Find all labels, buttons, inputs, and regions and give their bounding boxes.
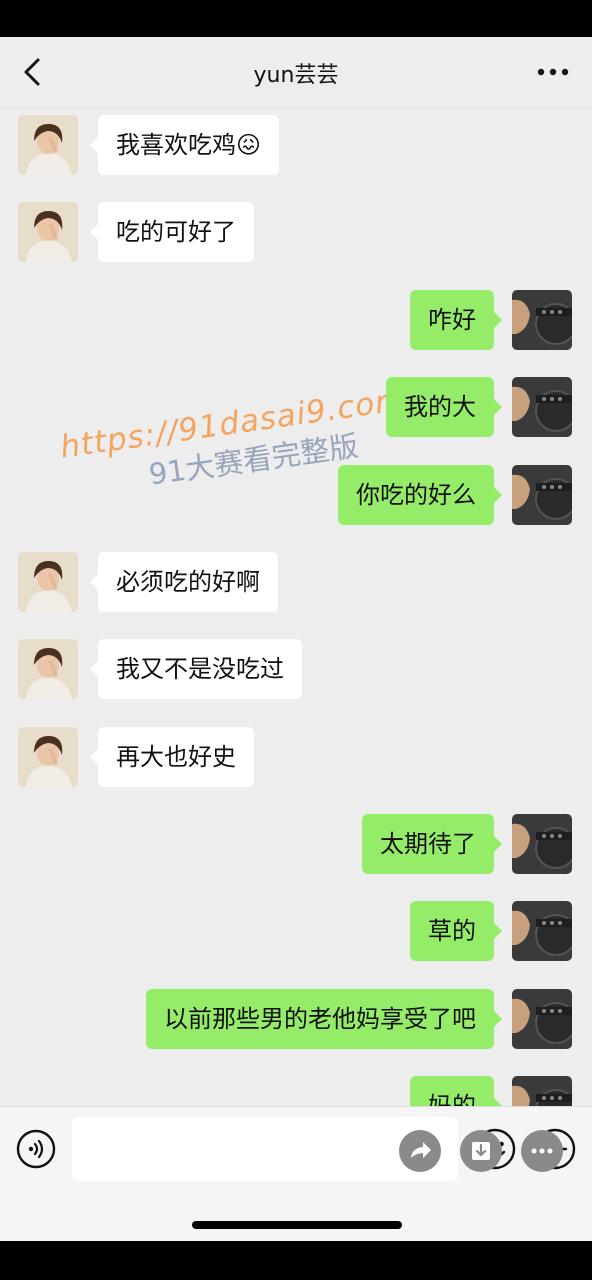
outgoing-message-bubble[interactable]: 我的大: [386, 377, 502, 437]
incoming-message-bubble[interactable]: 我又不是没吃过: [90, 639, 302, 699]
outgoing-message-bubble[interactable]: 太期待了: [362, 814, 502, 874]
my-avatar[interactable]: [512, 465, 572, 525]
download-icon[interactable]: [460, 1130, 502, 1172]
message-list[interactable]: https://91dasai9.com 91大赛看完整版 我喜欢吃鸡😖 吃的可好…: [0, 108, 592, 1106]
my-avatar[interactable]: [512, 989, 572, 1049]
download-glyph: [472, 1142, 490, 1160]
incoming-message-bubble[interactable]: 我喜欢吃鸡😖: [89, 115, 280, 175]
contact-avatar[interactable]: [18, 115, 78, 175]
my-avatar[interactable]: [512, 1076, 572, 1106]
chat-title: yun芸芸: [253, 63, 339, 88]
contact-avatar[interactable]: [18, 639, 78, 699]
more-dots-icon[interactable]: [536, 59, 570, 85]
home-indicator[interactable]: [192, 1221, 402, 1229]
outgoing-message-bubble[interactable]: 草的: [410, 901, 502, 961]
my-avatar[interactable]: [512, 290, 572, 350]
more-glyph: [531, 1148, 553, 1154]
contact-avatar[interactable]: [18, 727, 78, 787]
share-arrow-glyph: [411, 1142, 431, 1158]
top-bar: yun芸芸: [0, 37, 592, 108]
chat-screen: yun芸芸 https://91dasai9.com 91大赛看完整版 我喜欢吃…: [0, 37, 592, 1241]
watermark-url: https://91dasai9.com: [58, 381, 409, 466]
my-avatar[interactable]: [512, 901, 572, 961]
voice-icon[interactable]: [16, 1129, 56, 1169]
contact-avatar[interactable]: [18, 552, 78, 612]
outgoing-message-bubble[interactable]: 你吃的好么: [338, 465, 502, 525]
incoming-message-bubble[interactable]: 吃的可好了: [90, 202, 254, 262]
my-avatar[interactable]: [512, 377, 572, 437]
outgoing-message-bubble[interactable]: 以前那些男的老他妈享受了吧: [146, 989, 502, 1049]
outgoing-message-bubble[interactable]: 妈的: [410, 1076, 502, 1106]
my-avatar[interactable]: [512, 814, 572, 874]
more-icon[interactable]: [521, 1130, 563, 1172]
incoming-message-bubble[interactable]: 必须吃的好啊: [90, 552, 278, 612]
contact-avatar[interactable]: [18, 202, 78, 262]
share-icon[interactable]: [399, 1130, 441, 1172]
outgoing-message-bubble[interactable]: 咋好: [410, 290, 502, 350]
incoming-message-bubble[interactable]: 再大也好史: [90, 727, 254, 787]
